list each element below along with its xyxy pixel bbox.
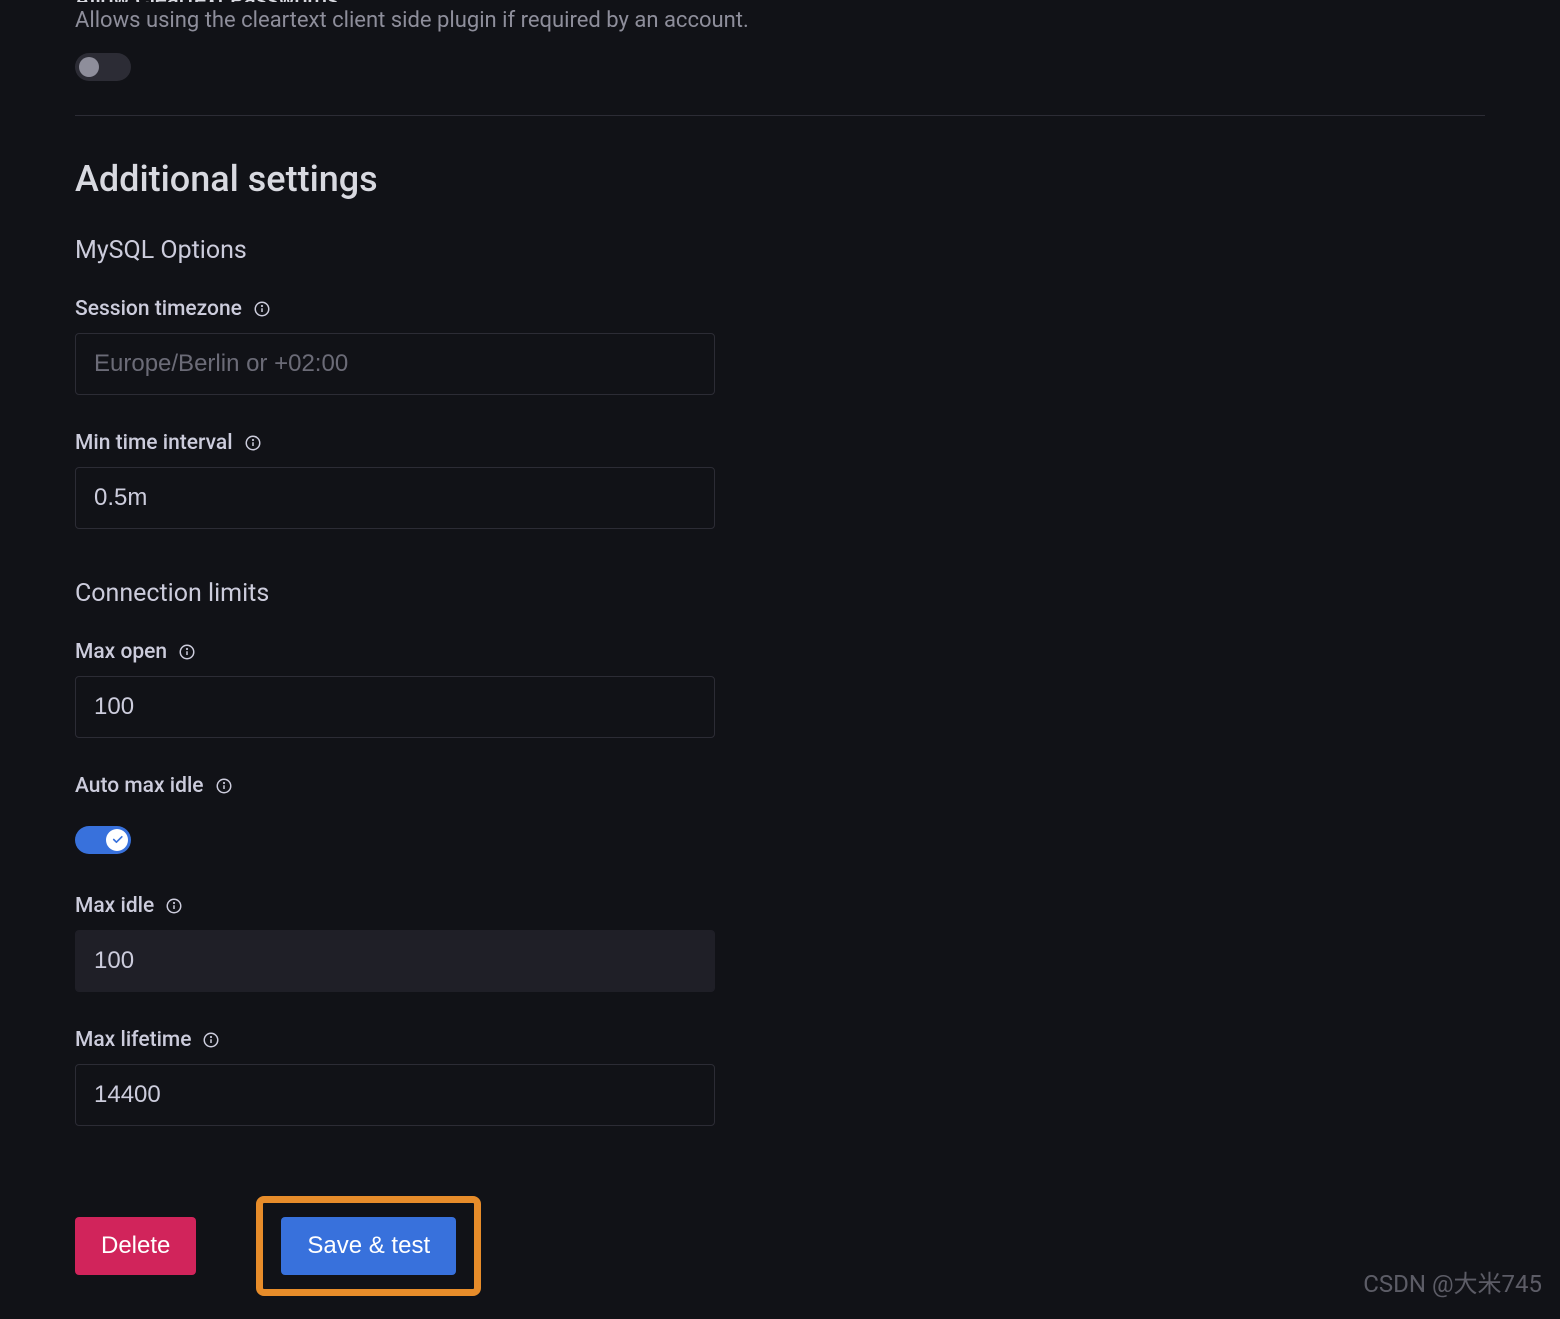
watermark-text: CSDN @大米745 xyxy=(1363,1264,1542,1299)
delete-button[interactable]: Delete xyxy=(75,1217,196,1275)
connection-limits-heading: Connection limits xyxy=(75,579,1485,608)
max-open-field: Max open xyxy=(75,640,1485,738)
session-timezone-label: Session timezone xyxy=(75,297,242,321)
auto-max-idle-toggle[interactable] xyxy=(75,826,131,854)
max-open-label: Max open xyxy=(75,640,167,664)
max-idle-input[interactable] xyxy=(75,930,715,992)
auto-max-idle-label: Auto max idle xyxy=(75,774,204,798)
max-lifetime-label: Max lifetime xyxy=(75,1028,191,1052)
additional-settings-heading: Additional settings xyxy=(75,158,1485,200)
min-time-interval-field: Min time interval xyxy=(75,431,1485,529)
info-icon[interactable] xyxy=(243,433,263,453)
min-time-interval-label: Min time interval xyxy=(75,431,233,455)
min-time-interval-input[interactable] xyxy=(75,467,715,529)
save-test-highlight: Save & test xyxy=(256,1196,481,1296)
save-test-button[interactable]: Save & test xyxy=(281,1217,456,1275)
allow-cleartext-toggle[interactable] xyxy=(75,53,131,81)
session-timezone-input[interactable] xyxy=(75,333,715,395)
allow-cleartext-passwords-section: Allow Cleartext Passwords Allows using t… xyxy=(75,0,1485,116)
info-icon[interactable] xyxy=(164,896,184,916)
max-open-input[interactable] xyxy=(75,676,715,738)
button-row: Delete Save & test xyxy=(75,1196,1485,1296)
info-icon[interactable] xyxy=(214,776,234,796)
toggle-knob-icon xyxy=(106,829,128,851)
info-icon[interactable] xyxy=(201,1030,221,1050)
allow-cleartext-description: Allows using the cleartext client side p… xyxy=(75,6,1485,37)
toggle-knob-icon xyxy=(79,57,99,77)
max-idle-field: Max idle xyxy=(75,894,1485,992)
info-icon[interactable] xyxy=(177,642,197,662)
info-icon[interactable] xyxy=(252,299,272,319)
max-lifetime-input[interactable] xyxy=(75,1064,715,1126)
allow-cleartext-title: Allow Cleartext Passwords xyxy=(75,0,1485,2)
max-lifetime-field: Max lifetime xyxy=(75,1028,1485,1126)
session-timezone-field: Session timezone xyxy=(75,297,1485,395)
auto-max-idle-field: Auto max idle xyxy=(75,774,1485,858)
mysql-options-heading: MySQL Options xyxy=(75,236,1485,265)
max-idle-label: Max idle xyxy=(75,894,154,918)
